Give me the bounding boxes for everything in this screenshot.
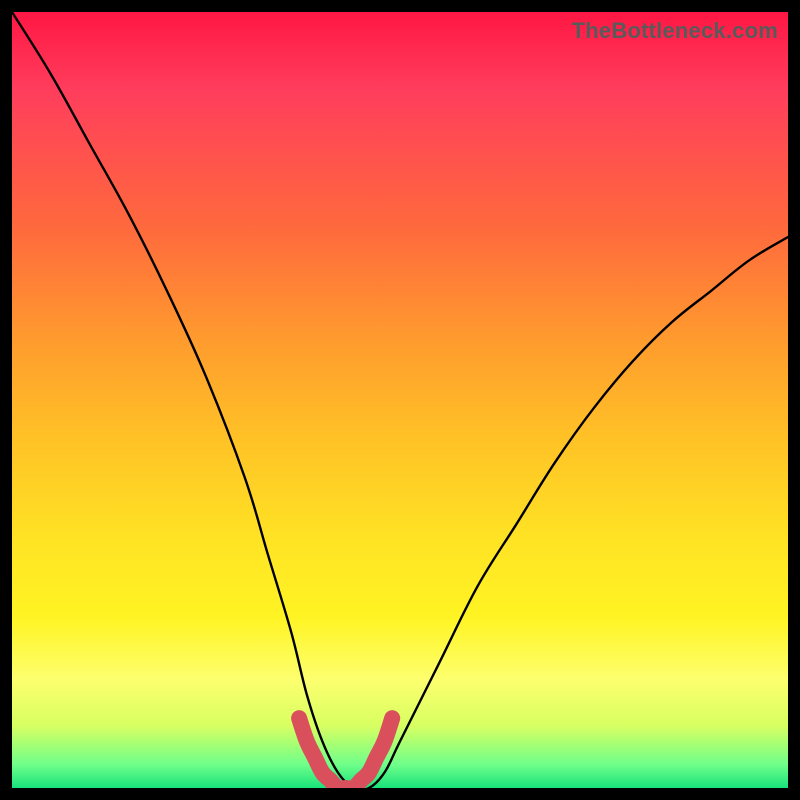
sweet-spot-marker-path	[299, 718, 392, 788]
plot-area: TheBottleneck.com	[12, 12, 788, 788]
bottleneck-curve-path	[12, 12, 788, 788]
chart-frame: TheBottleneck.com	[0, 0, 800, 800]
chart-svg	[12, 12, 788, 788]
